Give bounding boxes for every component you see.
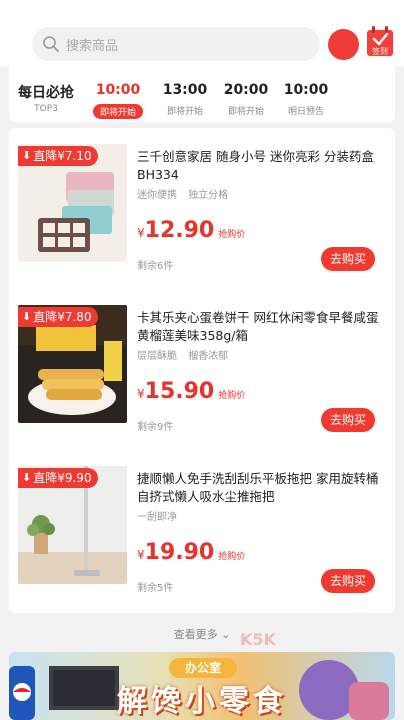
price-label: 抢购价 [218, 391, 246, 401]
signin-label: 签到 [372, 47, 388, 56]
product-price: ¥ 19.90 抢购价 [137, 540, 245, 565]
chevron-down-icon: ⌄ [221, 628, 231, 641]
price-value: 19.90 [144, 540, 215, 565]
banner-tag: 办公室 [169, 658, 237, 678]
product-tag: 迷你便携 [137, 190, 177, 201]
tab-1300[interactable]: 13:00 即将开始 [150, 82, 220, 117]
tab-time: 每日必抢 [18, 85, 74, 101]
tab-time: 10:00 [283, 82, 329, 98]
search-placeholder: 搜索商品 [66, 38, 119, 54]
remaining-stock: 剩余9件 [137, 422, 174, 433]
product-tag: 层层酥脆 [137, 351, 177, 362]
badge-text: 直降¥7.80 [33, 310, 92, 324]
down-arrow-icon: ⬇ [22, 310, 32, 323]
tab-status: 即将开始 [93, 104, 143, 119]
product-tags: 一刮即净 [137, 508, 185, 523]
price-value: 12.90 [144, 218, 215, 243]
tab-time: 10:00 [95, 82, 141, 98]
product-price: ¥ 15.90 抢购价 [137, 379, 245, 404]
remaining-stock: 剩余6件 [137, 261, 174, 272]
tab-status: 即将开始 [166, 107, 203, 117]
badge-text: 直降¥7.10 [33, 149, 92, 163]
price-label: 抢购价 [218, 552, 246, 562]
product-price: ¥ 12.90 抢购价 [137, 218, 245, 243]
currency-symbol: ¥ [137, 226, 145, 240]
product-tag: 独立分格 [188, 190, 229, 201]
down-arrow-icon: ⬇ [22, 471, 32, 484]
product-tag: 榴香浓郁 [188, 351, 229, 362]
buy-button[interactable]: 去购买 [321, 247, 375, 271]
search-bar[interactable]: 搜索商品 [32, 27, 320, 61]
tab-1000-today[interactable]: 10:00 即将开始 [83, 82, 153, 119]
price-value: 15.90 [144, 379, 215, 404]
product-card[interactable]: ⬇ 直降¥7.80 卡其乐夹心蛋卷饼干 网红休闲零食早餐咸蛋黄榴莲美味358g/… [9, 291, 395, 441]
price-drop-badge: ⬇ 直降¥7.80 [18, 307, 98, 327]
product-tag: 一刮即净 [137, 512, 177, 523]
watermark: K5K [240, 630, 276, 649]
buy-button[interactable]: 去购买 [321, 569, 375, 593]
price-label: 抢购价 [218, 230, 246, 240]
tab-daily-top[interactable]: 每日必抢 TOP3 [11, 82, 81, 114]
product-list: ⬇ 直降¥7.10 三千创意家居 随身小号 迷你亮彩 分装药盒BH334 迷你便… [9, 128, 395, 613]
tab-status: TOP3 [34, 104, 58, 114]
product-title: 捷顺懒人免手洗刮刮乐平板拖把 家用旋转桶自挤式懒人吸水尘推拖把 [137, 471, 379, 504]
price-drop-badge: ⬇ 直降¥9.90 [18, 468, 98, 488]
currency-symbol: ¥ [137, 548, 145, 562]
badge-text: 直降¥9.90 [33, 471, 92, 485]
tab-1000-tomorrow[interactable]: 10:00 明日预告 [271, 82, 341, 117]
tab-time: 13:00 [162, 82, 208, 98]
signin-button[interactable]: 签到 [366, 24, 394, 58]
promo-banner[interactable]: 办公室 解馋小零食 [9, 652, 395, 720]
search-icon [43, 36, 59, 52]
tab-status: 明日预告 [287, 107, 324, 117]
price-drop-badge: ⬇ 直降¥7.10 [18, 146, 98, 166]
avatar[interactable] [328, 29, 359, 60]
top-bar: 搜索商品 签到 [0, 0, 404, 66]
buy-button[interactable]: 去购买 [321, 408, 375, 432]
product-card[interactable]: ⬇ 直降¥7.10 三千创意家居 随身小号 迷你亮彩 分装药盒BH334 迷你便… [9, 130, 395, 280]
time-tabs: 每日必抢 TOP3 10:00 即将开始 13:00 即将开始 20:00 即将… [9, 66, 395, 122]
down-arrow-icon: ⬇ [22, 149, 32, 162]
product-card[interactable]: ⬇ 直降¥9.90 捷顺懒人免手洗刮刮乐平板拖把 家用旋转桶自挤式懒人吸水尘推拖… [9, 452, 395, 602]
product-tags: 层层酥脆 榴香浓郁 [137, 347, 236, 362]
product-title: 卡其乐夹心蛋卷饼干 网红休闲零食早餐咸蛋黄榴莲美味358g/箱 [137, 310, 379, 343]
product-title: 三千创意家居 随身小号 迷你亮彩 分装药盒BH334 [137, 149, 374, 182]
banner-headline: 解馋小零食 [117, 684, 287, 719]
currency-symbol: ¥ [137, 387, 145, 401]
remaining-stock: 剩余5件 [137, 583, 174, 594]
product-tags: 迷你便携 独立分格 [137, 186, 236, 201]
view-more-label: 查看更多 [173, 628, 218, 641]
